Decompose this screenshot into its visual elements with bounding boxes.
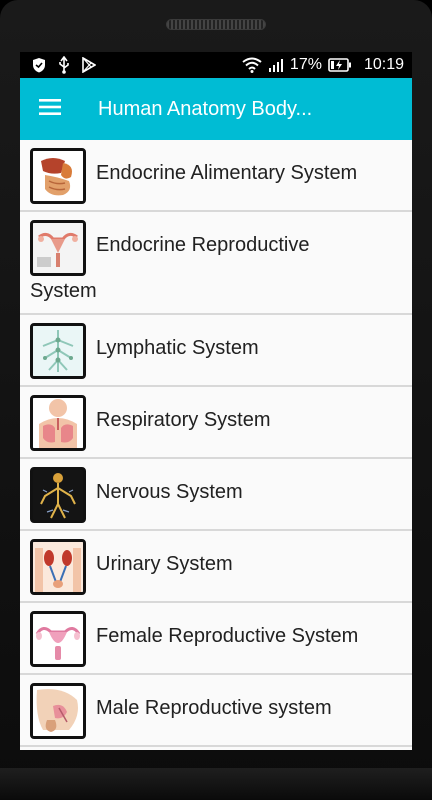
list-item-label: Respiratory System — [96, 409, 271, 431]
status-bar: 17% 10:19 — [20, 52, 412, 78]
list-item-label: Female Reproductive System — [96, 625, 359, 647]
reproductive-system-icon — [30, 220, 86, 276]
signal-icon — [268, 57, 284, 73]
nervous-system-icon — [30, 467, 86, 523]
list-item-urinary[interactable]: Urinary System — [20, 531, 412, 603]
battery-percent: 17% — [289, 56, 322, 73]
shield-icon — [32, 57, 46, 73]
kidneys-icon — [30, 539, 86, 595]
list-item-nervous[interactable]: Nervous System — [20, 459, 412, 531]
hamburger-menu-icon — [39, 99, 61, 119]
list-item-label: Endocrine Alimentary System — [96, 162, 358, 184]
list-item-respiratory[interactable]: Respiratory System — [20, 387, 412, 459]
lymphatic-system-icon — [30, 323, 86, 379]
list-item-label-line2: System — [30, 280, 97, 302]
list-item-male-reproductive[interactable]: Male Reproductive system — [20, 675, 412, 747]
list-item-label: Urinary System — [96, 553, 233, 575]
app-title: Human Anatomy Body... — [98, 97, 313, 120]
digestive-system-icon — [30, 148, 86, 204]
list-item-label: Male Reproductive system — [96, 697, 332, 719]
list-item-endocrine-reproductive[interactable]: Endocrine Reproductive System — [20, 212, 412, 315]
list-item-alimentary[interactable]: Endocrine Alimentary System — [20, 140, 412, 212]
list-item-lymphatic[interactable]: Lymphatic System — [20, 315, 412, 387]
list-item-label: Lymphatic System — [96, 337, 259, 359]
male-pelvis-icon — [30, 683, 86, 739]
wifi-icon — [242, 57, 262, 73]
lungs-icon — [30, 395, 86, 451]
clock: 10:19 — [363, 56, 404, 73]
battery-charging-icon — [328, 58, 352, 72]
phone-frame: 17% 10:19 Human Anatomy Body... Endocrin… — [0, 0, 432, 800]
menu-button[interactable] — [20, 78, 80, 140]
uterus-icon — [30, 611, 86, 667]
earpiece-speaker — [166, 19, 266, 30]
list-item-female-reproductive[interactable]: Female Reproductive System — [20, 603, 412, 675]
usb-icon — [58, 56, 70, 74]
screen: 17% 10:19 Human Anatomy Body... Endocrin… — [20, 52, 412, 750]
anatomy-list: Endocrine Alimentary System Endocrine Re… — [20, 140, 412, 747]
list-item-label: Nervous System — [96, 481, 243, 503]
app-bar: Human Anatomy Body... — [20, 78, 412, 140]
play-store-icon — [82, 57, 96, 73]
list-item-label-line1: Endocrine Reproductive — [96, 234, 310, 256]
phone-bottom-bezel — [0, 768, 432, 800]
